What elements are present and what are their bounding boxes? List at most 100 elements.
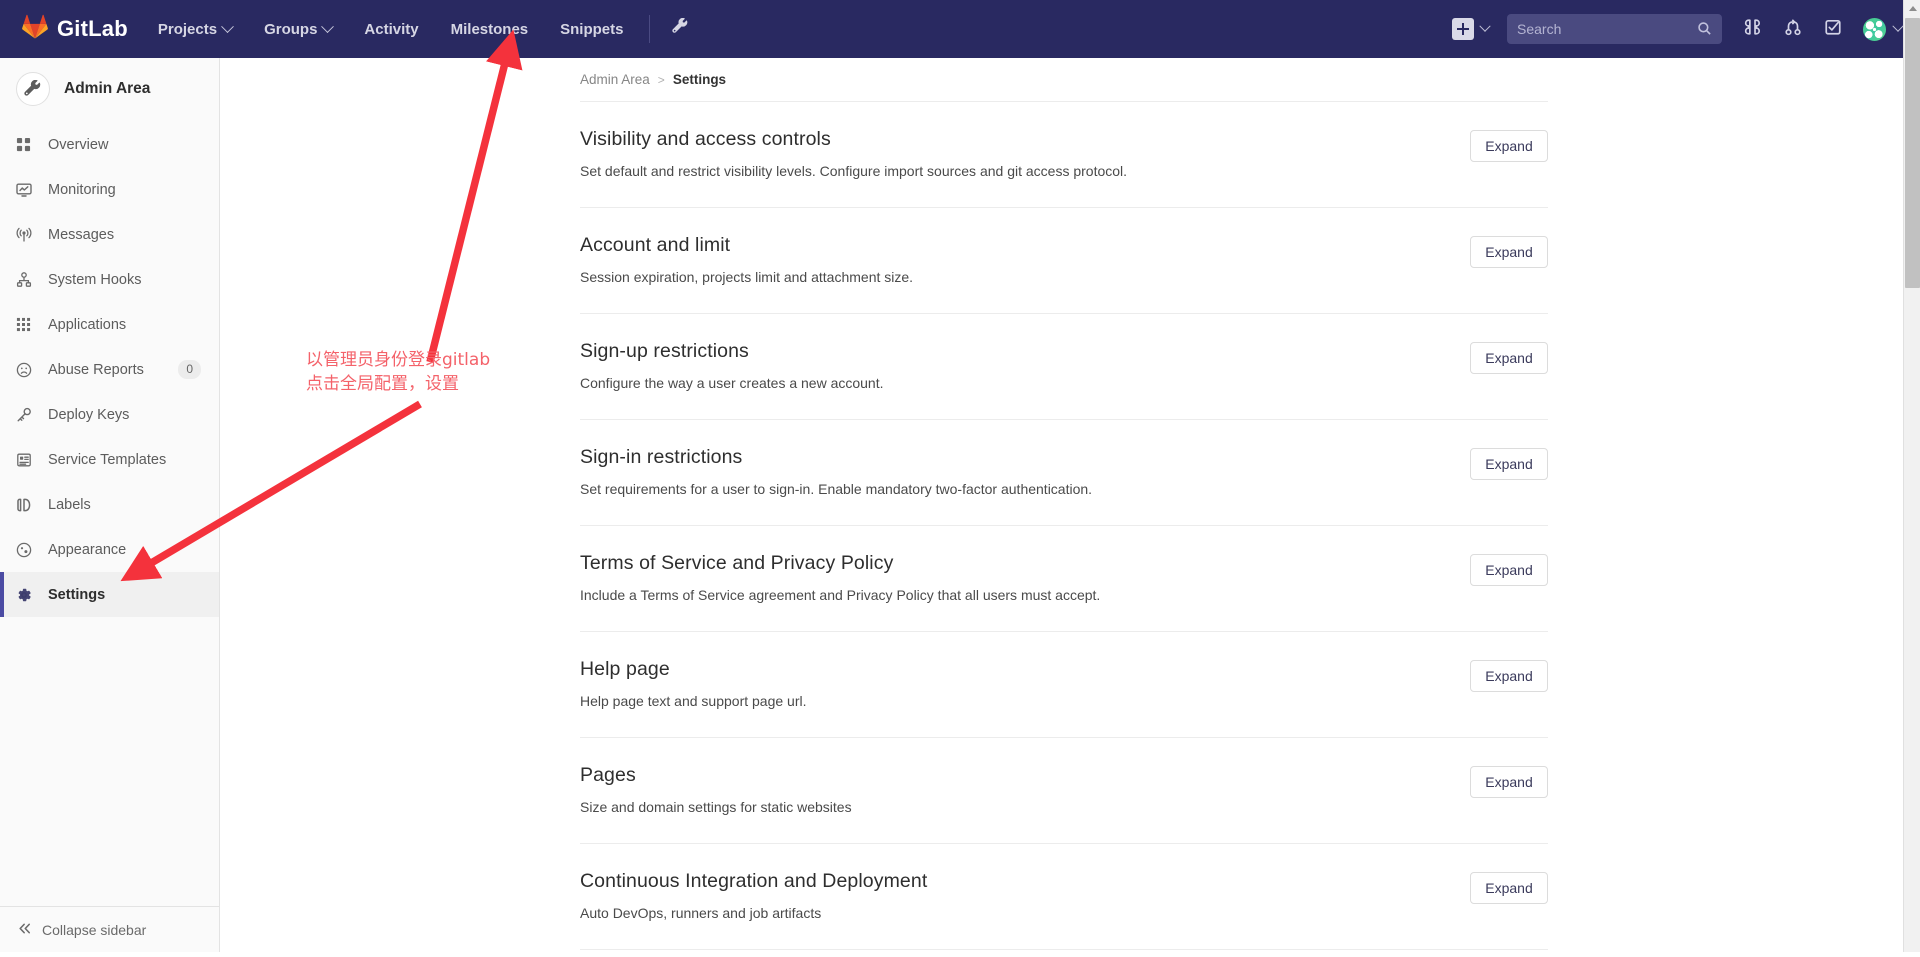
settings-section-terms-of-service-and-privacy-policy: Terms of Service and Privacy Policy Incl… bbox=[580, 526, 1548, 632]
sidebar-item-settings[interactable]: Settings bbox=[0, 572, 219, 617]
plus-square-icon bbox=[1452, 18, 1474, 40]
collapse-sidebar-button[interactable]: Collapse sidebar bbox=[0, 906, 219, 952]
nav-projects-label: Projects bbox=[157, 20, 218, 38]
nav-activity[interactable]: Activity bbox=[348, 0, 434, 58]
gitlab-brand-text: GitLab bbox=[57, 16, 128, 41]
nav-groups-label: Groups bbox=[264, 20, 318, 38]
breadcrumb: Admin Area > Settings bbox=[220, 58, 1902, 101]
scrollbar-up-button[interactable] bbox=[1904, 0, 1920, 17]
navbar-left-group: GitLab Projects Groups Activity Mileston… bbox=[0, 0, 700, 58]
sidebar-item-monitoring[interactable]: Monitoring bbox=[0, 167, 219, 212]
settings-section-account-and-limit: Account and limit Session expiration, pr… bbox=[580, 208, 1548, 314]
settings-section-texts: Terms of Service and Privacy Policy Incl… bbox=[580, 552, 1470, 603]
hook-icon bbox=[16, 271, 38, 288]
sidebar-item-labels[interactable]: Labels bbox=[0, 482, 219, 527]
new-item-button[interactable] bbox=[1442, 18, 1499, 40]
settings-sections-list: Visibility and access controls Set defau… bbox=[220, 102, 1548, 952]
sidebar-item-label: Appearance bbox=[48, 541, 127, 558]
todos-icon-button[interactable] bbox=[1814, 0, 1852, 58]
monitor-icon bbox=[16, 182, 38, 198]
todos-icon bbox=[1824, 18, 1842, 41]
expand-button[interactable]: Expand bbox=[1470, 554, 1548, 586]
expand-button[interactable]: Expand bbox=[1470, 872, 1548, 904]
settings-section-pages: Pages Size and domain settings for stati… bbox=[580, 738, 1548, 844]
issues-icon-button[interactable] bbox=[1734, 0, 1772, 58]
settings-section-texts: Pages Size and domain settings for stati… bbox=[580, 764, 1470, 815]
user-menu-button[interactable] bbox=[1854, 16, 1904, 42]
settings-section-texts: Help page Help page text and support pag… bbox=[580, 658, 1470, 709]
settings-section-description: Size and domain settings for static webs… bbox=[580, 799, 852, 815]
nav-milestones-label: Milestones bbox=[450, 20, 529, 38]
sidebar-item-deploy-keys[interactable]: Deploy Keys bbox=[0, 392, 219, 437]
labels-icon bbox=[16, 497, 38, 513]
main-content: Admin Area > Settings Visibility and acc… bbox=[220, 58, 1902, 952]
grid-icon bbox=[16, 137, 38, 152]
sidebar-item-service-templates[interactable]: Service Templates bbox=[0, 437, 219, 482]
broadcast-icon bbox=[16, 227, 38, 243]
triangle-up-icon bbox=[1908, 6, 1917, 11]
settings-section-description: Include a Terms of Service agreement and… bbox=[580, 587, 1101, 603]
sidebar-item-label: Applications bbox=[48, 316, 127, 333]
sidebar-item-system-hooks[interactable]: System Hooks bbox=[0, 257, 219, 302]
settings-section-description: Session expiration, projects limit and a… bbox=[580, 269, 914, 285]
wrench-icon bbox=[672, 17, 689, 40]
merge-requests-icon-button[interactable] bbox=[1774, 0, 1812, 58]
gear-icon bbox=[16, 587, 38, 603]
apps-grid-icon bbox=[16, 317, 38, 332]
breadcrumb-current: Settings bbox=[672, 72, 727, 87]
settings-section-continuous-integration-and-deployment: Continuous Integration and Deployment Au… bbox=[580, 844, 1548, 950]
double-chevron-left-icon bbox=[17, 921, 32, 939]
expand-button[interactable]: Expand bbox=[1470, 766, 1548, 798]
settings-section-texts: Visibility and access controls Set defau… bbox=[580, 128, 1470, 179]
sidebar-item-abuse-reports[interactable]: Abuse Reports 0 bbox=[0, 347, 219, 392]
settings-section-description: Configure the way a user creates a new a… bbox=[580, 375, 884, 391]
navbar-right-group bbox=[1442, 0, 1920, 58]
settings-section-title: Sign-in restrictions bbox=[580, 446, 743, 468]
sidebar-context-title: Admin Area bbox=[64, 80, 151, 97]
settings-section-texts: Sign-up restrictions Configure the way a… bbox=[580, 340, 1470, 391]
nav-snippets-label: Snippets bbox=[560, 20, 624, 38]
expand-button[interactable]: Expand bbox=[1470, 448, 1548, 480]
settings-section-help-page: Help page Help page text and support pag… bbox=[580, 632, 1548, 738]
abuse-reports-count-badge: 0 bbox=[178, 360, 201, 379]
settings-section-description: Set requirements for a user to sign-in. … bbox=[580, 481, 1093, 497]
search-box[interactable] bbox=[1507, 14, 1722, 44]
nav-projects[interactable]: Projects bbox=[142, 0, 248, 58]
sidebar-item-overview[interactable]: Overview bbox=[0, 122, 219, 167]
admin-area-button[interactable] bbox=[660, 0, 700, 58]
issues-icon bbox=[1744, 18, 1762, 41]
nav-milestones[interactable]: Milestones bbox=[435, 0, 545, 58]
expand-button[interactable]: Expand bbox=[1470, 660, 1548, 692]
sidebar-item-applications[interactable]: Applications bbox=[0, 302, 219, 347]
sidebar-item-label: Settings bbox=[48, 586, 106, 603]
expand-button[interactable]: Expand bbox=[1470, 342, 1548, 374]
sidebar-item-appearance[interactable]: Appearance bbox=[0, 527, 219, 572]
settings-section-title: Account and limit bbox=[580, 234, 731, 256]
nav-groups[interactable]: Groups bbox=[248, 0, 348, 58]
settings-section-description: Help page text and support page url. bbox=[580, 693, 807, 709]
frown-face-icon bbox=[16, 362, 38, 378]
expand-button[interactable]: Expand bbox=[1470, 236, 1548, 268]
search-input[interactable] bbox=[1517, 21, 1712, 37]
sidebar-item-label: Service Templates bbox=[48, 451, 167, 468]
settings-section-sign-up-restrictions: Sign-up restrictions Configure the way a… bbox=[580, 314, 1548, 420]
settings-section-visibility-and-access-controls: Visibility and access controls Set defau… bbox=[580, 102, 1548, 208]
settings-section-title: Help page bbox=[580, 658, 670, 680]
settings-section-sign-in-restrictions: Sign-in restrictions Set requirements fo… bbox=[580, 420, 1548, 526]
scrollbar-thumb[interactable] bbox=[1905, 18, 1920, 288]
gitlab-logo-link[interactable]: GitLab bbox=[0, 0, 142, 58]
settings-section-title: Terms of Service and Privacy Policy bbox=[580, 552, 894, 574]
nav-snippets[interactable]: Snippets bbox=[544, 0, 639, 58]
page-scrollbar[interactable] bbox=[1903, 0, 1920, 952]
settings-section-texts: Sign-in restrictions Set requirements fo… bbox=[580, 446, 1470, 497]
sidebar-item-label: Deploy Keys bbox=[48, 406, 130, 423]
search-icon bbox=[1697, 21, 1712, 41]
sidebar-context-header[interactable]: Admin Area bbox=[0, 58, 219, 122]
breadcrumb-admin-area[interactable]: Admin Area bbox=[580, 72, 650, 87]
sidebar-item-label: Overview bbox=[48, 136, 109, 153]
sidebar-item-messages[interactable]: Messages bbox=[0, 212, 219, 257]
expand-button[interactable]: Expand bbox=[1470, 130, 1548, 162]
gitlab-fox-logo-icon bbox=[22, 14, 48, 45]
user-avatar bbox=[1862, 16, 1887, 42]
settings-section-title: Pages bbox=[580, 764, 636, 786]
